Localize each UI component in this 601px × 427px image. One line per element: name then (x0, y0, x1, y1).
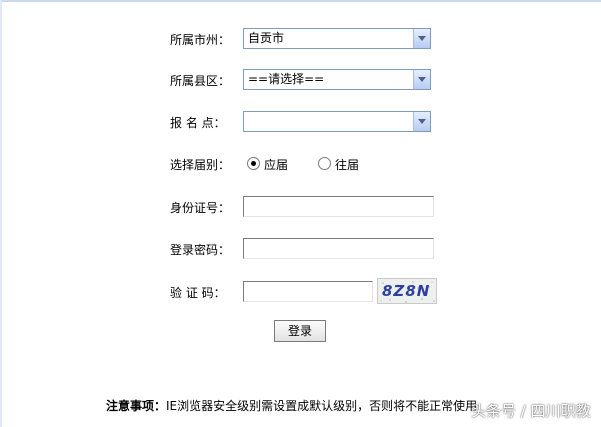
county-select[interactable]: ==请选择== (243, 69, 431, 90)
radio-current-session-label: 应届 (264, 158, 289, 172)
id-number-label: 身份证号： (170, 201, 231, 215)
password-input[interactable] (243, 238, 434, 259)
city-label: 所属市州： (170, 33, 231, 47)
notice-text: IE浏览器安全级别需设置成默认级别，否则将不能正常使用 (166, 399, 478, 413)
captcha-row: 验 证 码： 8Z8N (0, 278, 601, 305)
county-select-value: ==请选择== (248, 72, 325, 86)
id-number-row: 身份证号： (0, 196, 601, 220)
captcha-image[interactable]: 8Z8N (377, 278, 437, 304)
password-row: 登录密码： (0, 238, 601, 262)
notice: 注意事项：IE浏览器安全级别需设置成默认级别，否则将不能正常使用 (106, 397, 477, 414)
chevron-down-icon[interactable] (413, 70, 430, 89)
city-select[interactable]: 自贡市 (243, 28, 431, 49)
password-label: 登录密码： (170, 243, 231, 257)
site-select[interactable] (243, 111, 431, 132)
session-row: 选择届别： 应届 往届 (0, 153, 601, 177)
radio-current-session[interactable] (247, 157, 260, 170)
watermark: 头条号 / 四川职教 (471, 402, 591, 420)
site-row: 报 名 点： (0, 111, 601, 135)
county-label: 所属县区： (170, 74, 231, 88)
chevron-down-icon[interactable] (413, 112, 430, 131)
county-row: 所属县区： ==请选择== (0, 69, 601, 93)
city-select-value: 自贡市 (248, 31, 285, 45)
id-number-input[interactable] (243, 196, 434, 217)
captcha-label: 验 证 码： (170, 286, 226, 300)
radio-previous-session[interactable] (318, 157, 331, 170)
captcha-code: 8Z8N (382, 282, 431, 300)
login-button[interactable]: 登录 (274, 320, 326, 342)
site-label: 报 名 点： (170, 116, 226, 130)
captcha-input[interactable] (243, 281, 373, 302)
city-row: 所属市州： 自贡市 (0, 28, 601, 52)
notice-title: 注意事项： (106, 399, 167, 413)
top-border (0, 0, 601, 2)
chevron-down-icon[interactable] (413, 29, 430, 48)
radio-previous-session-label: 往届 (335, 158, 360, 172)
session-label: 选择届别： (170, 158, 231, 172)
